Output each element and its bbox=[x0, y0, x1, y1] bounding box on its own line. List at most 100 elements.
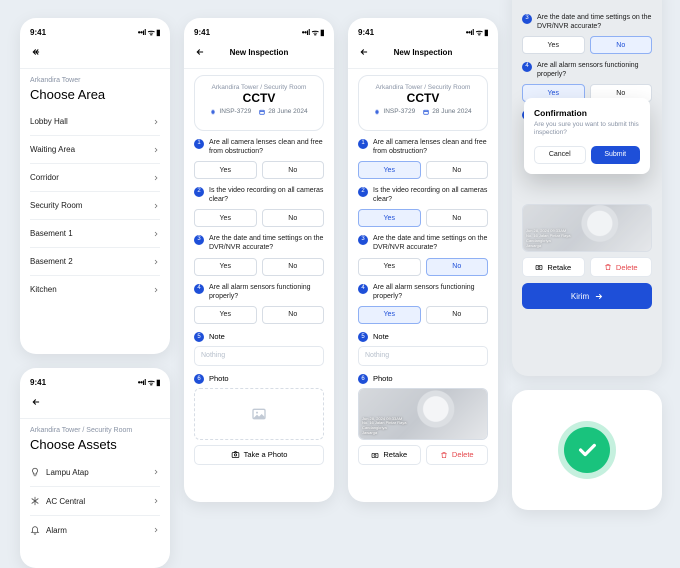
no-button[interactable]: No bbox=[262, 161, 325, 179]
area-item-5[interactable]: Basement 2 bbox=[30, 248, 160, 276]
note-input[interactable]: Nothing bbox=[358, 346, 488, 366]
page-title: Choose Area bbox=[30, 87, 160, 102]
inspection-id: INSP-3729 bbox=[210, 108, 251, 115]
area-list: Lobby Hall Waiting Area Corridor Security R… bbox=[30, 108, 160, 303]
arrow-left-icon bbox=[196, 47, 206, 57]
cancel-button[interactable]: Cancel bbox=[534, 146, 586, 164]
area-label: Lobby Hall bbox=[30, 117, 68, 126]
asset-label: AC Central bbox=[46, 497, 85, 506]
modal-body: Are you sure you want to submit this ins… bbox=[534, 121, 640, 138]
note-label-row: 5Note bbox=[358, 332, 488, 342]
yes-button[interactable]: Yes bbox=[358, 209, 421, 227]
chevron-right-icon bbox=[152, 118, 160, 126]
chevron-right-icon bbox=[152, 174, 160, 182]
take-photo-button[interactable]: Take a Photo bbox=[194, 445, 324, 465]
area-item-0[interactable]: Lobby Hall bbox=[30, 108, 160, 136]
asset-title: CCTV bbox=[367, 91, 479, 105]
confirmation-modal: Confirmation Are you sure you want to su… bbox=[524, 98, 650, 174]
lightbulb-icon bbox=[30, 467, 40, 477]
question-3: 3Are the date and time settings on the D… bbox=[194, 234, 324, 252]
photo-label: Photo bbox=[209, 374, 229, 383]
inspection-date: 28 June 2024 bbox=[423, 108, 471, 115]
clock: 9:41 bbox=[194, 28, 210, 37]
chevron-right-icon bbox=[152, 526, 160, 534]
modal-title: Confirmation bbox=[534, 108, 640, 118]
camera-icon bbox=[371, 451, 379, 459]
asset-title: CCTV bbox=[203, 91, 315, 105]
yes-button[interactable]: Yes bbox=[358, 306, 421, 324]
note-input[interactable]: Nothing bbox=[194, 346, 324, 366]
delete-button[interactable]: Delete bbox=[426, 445, 489, 465]
retake-button[interactable]: Retake bbox=[358, 445, 421, 465]
yes-button[interactable]: Yes bbox=[194, 161, 257, 179]
no-button[interactable]: No bbox=[426, 161, 489, 179]
check-icon bbox=[576, 439, 598, 461]
area-label: Basement 1 bbox=[30, 229, 73, 238]
breadcrumb: Arkandira Tower / Security Room bbox=[367, 84, 479, 91]
arrow-left-icon bbox=[32, 47, 42, 57]
chevron-right-icon bbox=[152, 497, 160, 505]
question-1: 1Are all camera lenses clean and free fr… bbox=[194, 138, 324, 156]
yes-button[interactable]: Yes bbox=[358, 258, 421, 276]
back-button[interactable] bbox=[358, 45, 372, 59]
yes-button[interactable]: Yes bbox=[194, 209, 257, 227]
back-button[interactable] bbox=[30, 395, 44, 409]
asset-item-0[interactable]: Lampu Atap bbox=[30, 458, 160, 487]
success-card bbox=[512, 390, 662, 510]
area-item-6[interactable]: Kitchen bbox=[30, 276, 160, 303]
breadcrumb: Arkandira Tower / Security Room bbox=[203, 84, 315, 91]
asset-card: Arkandira Tower / Security Room CCTV INS… bbox=[358, 75, 488, 131]
yes-button[interactable]: Yes bbox=[358, 161, 421, 179]
no-button[interactable]: No bbox=[262, 209, 325, 227]
page-title: New Inspection bbox=[358, 48, 488, 57]
area-label: Security Room bbox=[30, 201, 82, 210]
snowflake-icon bbox=[30, 496, 40, 506]
area-item-4[interactable]: Basement 1 bbox=[30, 220, 160, 248]
yes-button[interactable]: Yes bbox=[194, 258, 257, 276]
asset-item-1[interactable]: AC Central bbox=[30, 487, 160, 516]
asset-item-2[interactable]: Alarm bbox=[30, 516, 160, 544]
no-button[interactable]: No bbox=[426, 306, 489, 324]
hash-icon bbox=[210, 109, 216, 115]
photo-label-row: 6Photo bbox=[194, 374, 324, 384]
question-4: 4Are all alarm sensors functioning prope… bbox=[194, 283, 324, 301]
signal-battery-icon: ••ıl ᯤ ▮ bbox=[466, 27, 488, 38]
back-button[interactable] bbox=[194, 45, 208, 59]
photo-placeholder[interactable] bbox=[194, 388, 324, 440]
area-label: Basement 2 bbox=[30, 257, 73, 266]
clock: 9:41 bbox=[30, 28, 46, 37]
note-label-row: 5Note bbox=[194, 332, 324, 342]
image-icon bbox=[251, 406, 267, 422]
no-button[interactable]: No bbox=[426, 209, 489, 227]
question-1: 1Are all camera lenses clean and free fr… bbox=[358, 138, 488, 156]
trash-icon bbox=[440, 451, 448, 459]
no-button[interactable]: No bbox=[262, 258, 325, 276]
area-item-2[interactable]: Corridor bbox=[30, 164, 160, 192]
inspection-id: INSP-3729 bbox=[374, 108, 415, 115]
photo-preview: Jun 28, 2024 09:33AM No. 16 Jalan Pintar… bbox=[358, 388, 488, 440]
confirm-submit-button[interactable]: Submit bbox=[591, 146, 641, 164]
asset-label: Alarm bbox=[46, 526, 67, 535]
area-item-1[interactable]: Waiting Area bbox=[30, 136, 160, 164]
clock: 9:41 bbox=[358, 28, 374, 37]
chevron-right-icon bbox=[152, 230, 160, 238]
area-item-3[interactable]: Security Room bbox=[30, 192, 160, 220]
hash-icon bbox=[374, 109, 380, 115]
status-bar: 9:41 ••ıl ᯤ ▮ bbox=[194, 27, 324, 38]
area-label: Corridor bbox=[30, 173, 59, 182]
yes-button[interactable]: Yes bbox=[194, 306, 257, 324]
question-2: 2Is the video recording on all cameras c… bbox=[194, 186, 324, 204]
arrow-left-icon bbox=[32, 397, 42, 407]
calendar-icon bbox=[259, 109, 265, 115]
clock: 9:41 bbox=[30, 378, 46, 387]
page-title: Choose Assets bbox=[30, 437, 160, 452]
no-button[interactable]: No bbox=[262, 306, 325, 324]
signal-battery-icon: ••ıl ᯤ ▮ bbox=[138, 377, 160, 388]
asset-list: Lampu Atap AC Central Alarm bbox=[30, 458, 160, 544]
chevron-right-icon bbox=[152, 468, 160, 476]
question-2: 2Is the video recording on all cameras c… bbox=[358, 186, 488, 204]
no-button[interactable]: No bbox=[426, 258, 489, 276]
back-button[interactable] bbox=[30, 45, 44, 59]
status-bar: 9:41 ••ıl ᯤ ▮ bbox=[30, 377, 160, 388]
signal-battery-icon: ••ıl ᯤ ▮ bbox=[302, 27, 324, 38]
